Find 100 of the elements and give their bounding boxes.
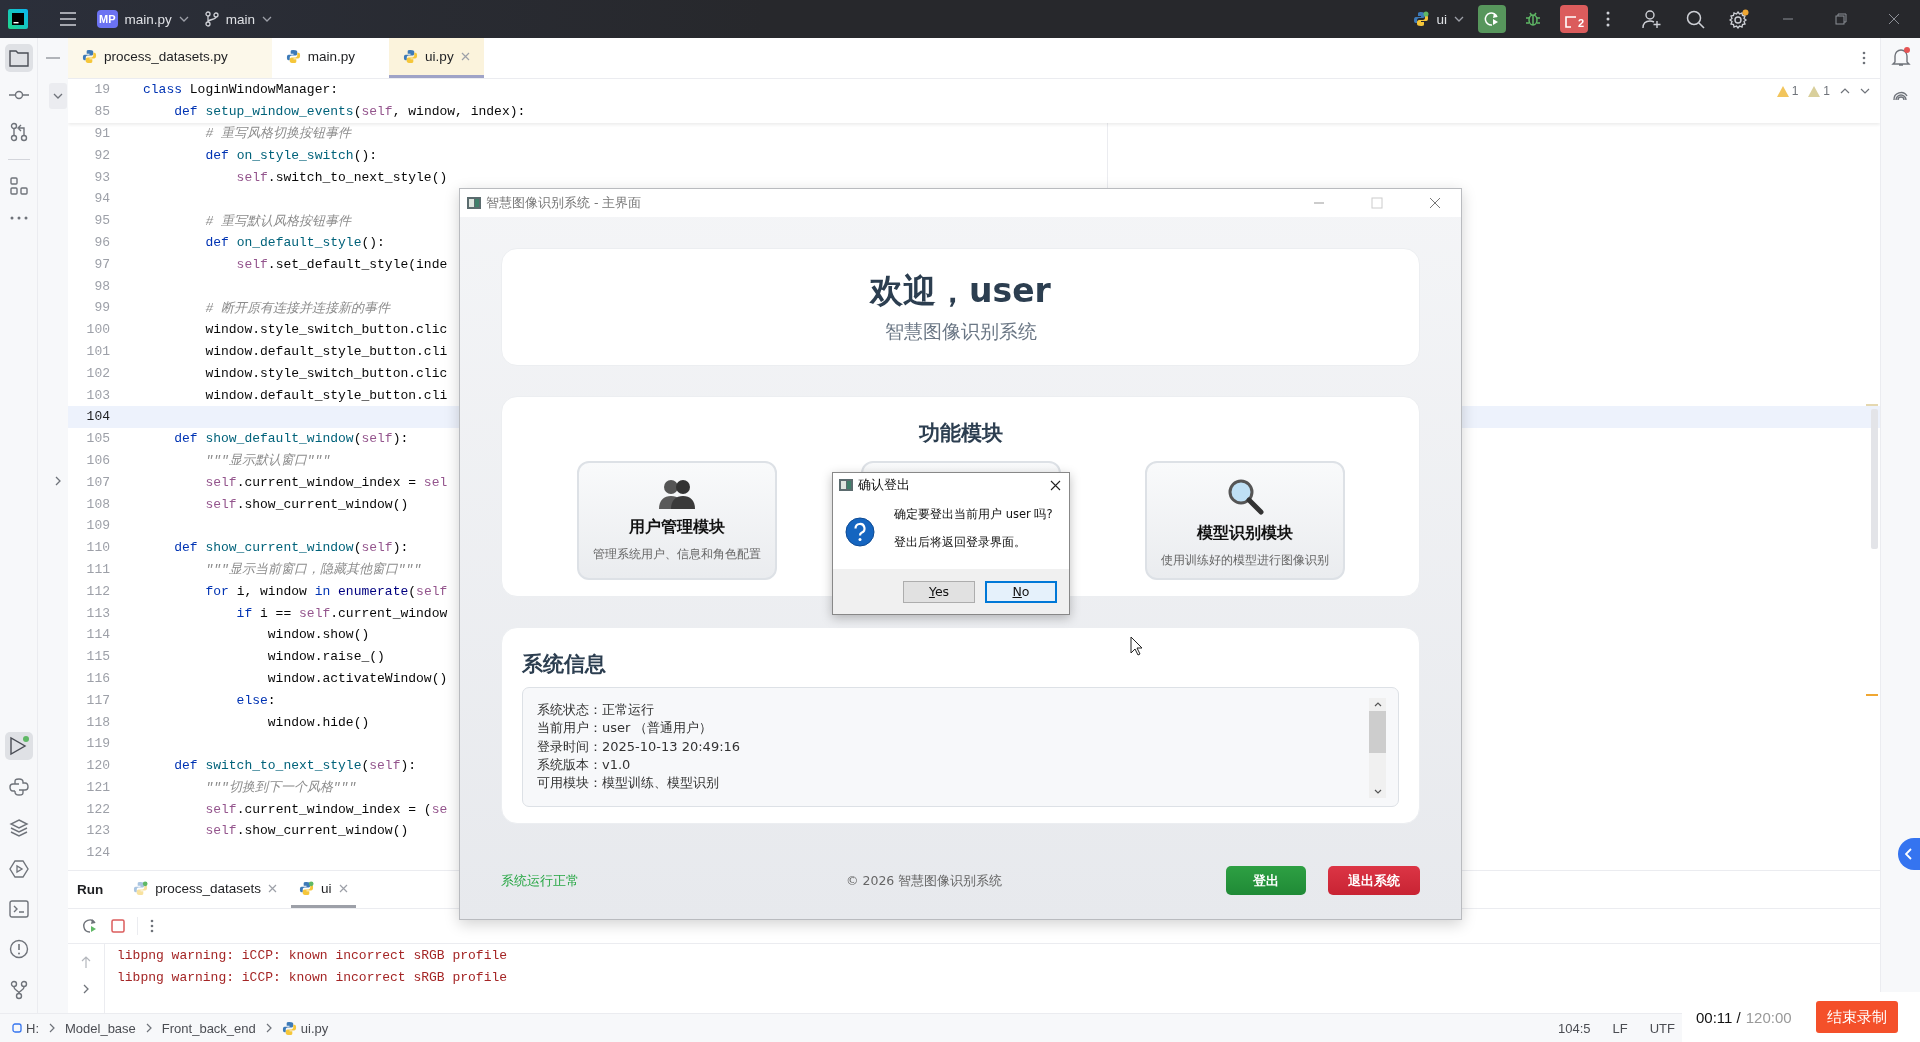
services-icon[interactable] — [8, 859, 29, 879]
editor-tab[interactable]: ui.py — [389, 38, 484, 78]
project-selector[interactable]: MP main.py — [89, 6, 197, 32]
code-line: window.raise_() — [266, 649, 385, 665]
warning-marker[interactable] — [1866, 694, 1878, 696]
more-icon[interactable] — [1862, 51, 1866, 65]
chevron-down-icon[interactable] — [1373, 789, 1382, 794]
line-number: 111 — [85, 561, 110, 577]
branch-selector[interactable]: main — [196, 7, 281, 31]
code-line: window.default_style_button.cli — [204, 343, 448, 359]
module-tile[interactable]: 模型识别模块 使用训练好的模型进行图像识别 — [1144, 461, 1345, 580]
dialog-message: 确定要登出当前用户 user 吗? — [894, 507, 1053, 522]
code-line: window.style_switch_button.clic — [204, 365, 448, 381]
breadcrumb[interactable]: Model_base — [65, 1020, 136, 1036]
app-logo-icon[interactable] — [8, 9, 28, 29]
chevron-right-icon[interactable] — [83, 984, 89, 994]
line-number: 98 — [93, 278, 110, 294]
dialog-title: 确认登出 — [858, 476, 910, 494]
logout-button[interactable]: 登出 — [1226, 866, 1306, 895]
code-line: else: — [235, 692, 276, 708]
code-line: self.show_current_window() — [204, 496, 409, 512]
line-number: 100 — [85, 322, 110, 338]
chevron-up-icon[interactable] — [1373, 702, 1382, 707]
line-number: 124 — [85, 845, 110, 861]
info-line: 可用模块：模型训练、模型识别 — [537, 774, 720, 793]
yes-button[interactable]: Yes — [903, 580, 975, 603]
console-line: libpng warning: iCCP: known incorrect sRGB profile — [117, 947, 508, 965]
stop-button[interactable]: 2 — [1560, 5, 1588, 33]
window-app-icon — [839, 479, 853, 491]
more-icon[interactable] — [9, 216, 28, 220]
breadcrumb[interactable]: H: — [26, 1020, 39, 1036]
line-number: 108 — [85, 496, 110, 512]
python-icon — [82, 49, 97, 64]
scrollbar[interactable] — [1369, 698, 1386, 798]
close-icon[interactable] — [1050, 479, 1061, 491]
menu-icon[interactable] — [59, 11, 77, 27]
code-line: def on_style_switch(): — [204, 147, 378, 163]
exit-button[interactable]: 退出系统 — [1328, 866, 1420, 895]
file-encoding[interactable]: UTF — [1649, 1020, 1675, 1036]
code-line: window.show() — [266, 627, 370, 643]
python-console-icon[interactable] — [8, 777, 29, 797]
line-number: 117 — [85, 692, 110, 708]
warning-marker[interactable] — [1866, 404, 1878, 406]
structure-icon[interactable] — [9, 177, 28, 195]
settings-icon[interactable] — [1729, 9, 1749, 29]
dialog-message: 登出后将返回登录界面。 — [894, 535, 1027, 550]
layers-icon[interactable] — [8, 818, 29, 838]
mouse-cursor-icon — [1130, 636, 1143, 656]
chevron-left-icon — [1905, 848, 1913, 860]
elapsed-time: 00:11 / — [1696, 1008, 1741, 1026]
search-icon[interactable] — [1686, 9, 1705, 29]
caret-position[interactable]: 104:5 — [1558, 1020, 1591, 1036]
notifications-icon[interactable] — [1890, 47, 1911, 67]
module-description: 管理系统用户、信息和角色配置 — [592, 547, 761, 562]
pull-request-icon[interactable] — [9, 122, 28, 142]
scrollbar-thumb[interactable] — [1369, 711, 1386, 753]
code-line: self.show_current_window() — [204, 823, 409, 839]
terminal-icon[interactable] — [8, 900, 29, 918]
people-icon — [657, 477, 696, 509]
bug-icon[interactable] — [1524, 10, 1542, 28]
run-config-selector[interactable]: ui — [1405, 7, 1472, 31]
line-number: 92 — [93, 147, 110, 163]
breadcrumb[interactable]: Front_back_end — [161, 1020, 256, 1036]
chevron-up-icon[interactable] — [1840, 88, 1850, 94]
chevron-right-icon — [145, 1023, 152, 1033]
more-icon[interactable] — [150, 919, 154, 933]
more-icon[interactable] — [1606, 11, 1610, 27]
editor-tab[interactable]: process_datasets.py — [68, 38, 272, 78]
warning-count[interactable]: 1 — [1776, 84, 1799, 98]
chevron-right-icon — [265, 1023, 272, 1033]
run-tool-button[interactable] — [4, 732, 33, 760]
restore-icon[interactable] — [1835, 13, 1847, 25]
problems-icon[interactable] — [8, 939, 29, 959]
python-icon — [403, 49, 419, 64]
chevron-right-icon[interactable] — [55, 476, 61, 486]
line-number: 110 — [85, 540, 110, 556]
stop-icon[interactable] — [111, 919, 125, 933]
scrollbar-thumb[interactable] — [1871, 409, 1878, 549]
breadcrumb[interactable]: ui.py — [300, 1020, 329, 1036]
no-button[interactable]: No — [985, 580, 1057, 603]
line-number: 118 — [85, 714, 110, 730]
module-title: 用户管理模块 — [628, 517, 725, 538]
python-icon — [281, 1020, 297, 1036]
rerun-button[interactable] — [1478, 5, 1506, 33]
line-number: 19 — [93, 82, 110, 98]
run-tab[interactable]: ui — [291, 871, 356, 908]
module-tile[interactable]: 用户管理模块 管理系统用户、信息和角色配置 — [576, 461, 777, 580]
run-tab[interactable]: process_datasets — [125, 871, 286, 908]
add-user-icon[interactable] — [1642, 9, 1662, 29]
commit-icon[interactable] — [7, 89, 30, 101]
system-name: 智慧图像识别系统 — [884, 319, 1037, 344]
code-line: if i == self.current_window — [235, 605, 448, 621]
info-text-area[interactable]: 系统状态：正常运行 当前用户：user （普通用户） 登录时间：2025-10-13 20:49:16 系统版本：v1.0 可用模块：模型训练、模型识别 — [522, 687, 1399, 807]
line-number: 116 — [85, 670, 110, 686]
line-ending[interactable]: LF — [1612, 1020, 1628, 1036]
line-number: 93 — [93, 169, 110, 185]
project-tool-button[interactable] — [4, 44, 33, 72]
git-icon[interactable] — [9, 980, 28, 1000]
code-line: def show_default_window(self): — [173, 431, 409, 447]
chevron-down-icon[interactable] — [1860, 88, 1870, 94]
